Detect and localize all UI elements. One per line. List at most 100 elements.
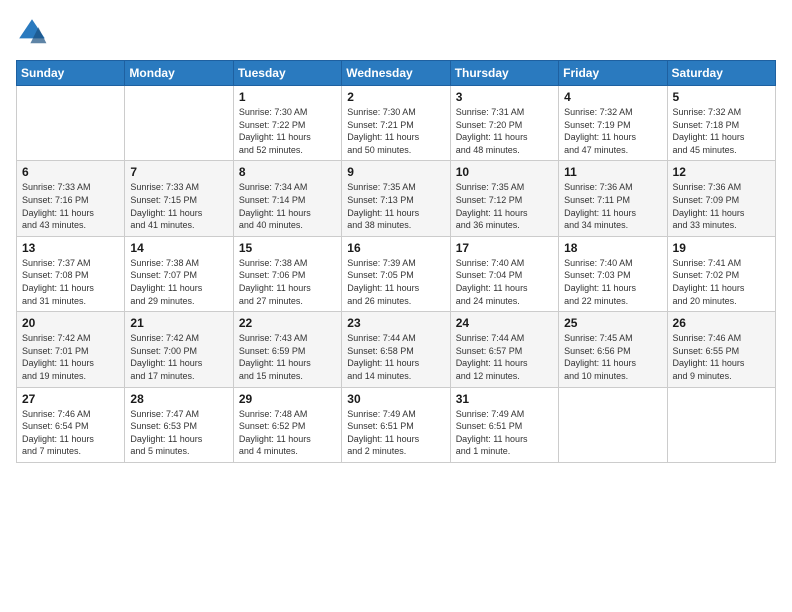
calendar-header-row: SundayMondayTuesdayWednesdayThursdayFrid… [17,61,776,86]
day-number: 24 [456,316,553,330]
day-info: Sunrise: 7:36 AM Sunset: 7:09 PM Dayligh… [673,181,770,231]
calendar-week-row: 13Sunrise: 7:37 AM Sunset: 7:08 PM Dayli… [17,236,776,311]
day-number: 21 [130,316,227,330]
day-info: Sunrise: 7:49 AM Sunset: 6:51 PM Dayligh… [347,408,444,458]
calendar-cell: 29Sunrise: 7:48 AM Sunset: 6:52 PM Dayli… [233,387,341,462]
calendar-cell: 26 Sunrise: 7:46 AM Sunset: 6:55 PM Dayli… [667,312,775,387]
day-number: 26 [673,316,770,330]
calendar-cell: 21 Sunrise: 7:42 AM Sunset: 7:00 PM Dayli… [125,312,233,387]
day-info: Sunrise: 7:32 AM Sunset: 7:18 PM Dayligh… [673,106,770,156]
day-info: Sunrise: 7:33 AM Sunset: 7:15 PM Dayligh… [130,181,227,231]
day-number: 5 [673,90,770,104]
day-number: 31 [456,392,553,406]
calendar-cell: 3 Sunrise: 7:31 AM Sunset: 7:20 PM Daylig… [450,86,558,161]
calendar-cell: 24Sunrise: 7:44 AM Sunset: 6:57 PM Dayli… [450,312,558,387]
calendar-cell: 30Sunrise: 7:49 AM Sunset: 6:51 PM Dayli… [342,387,450,462]
calendar-cell: 16 Sunrise: 7:39 AM Sunset: 7:05 PM Dayli… [342,236,450,311]
calendar-week-row: 1 Sunrise: 7:30 AM Sunset: 7:22 PM Daylig… [17,86,776,161]
day-info: Sunrise: 7:46 AM Sunset: 6:55 PM Dayligh… [673,332,770,382]
logo-icon [16,16,48,48]
page-header [16,16,776,48]
day-number: 9 [347,165,444,179]
calendar-cell: 7 Sunrise: 7:33 AM Sunset: 7:15 PM Daylig… [125,161,233,236]
day-number: 15 [239,241,336,255]
day-info: Sunrise: 7:41 AM Sunset: 7:02 PM Dayligh… [673,257,770,307]
calendar-cell: 6 Sunrise: 7:33 AM Sunset: 7:16 PM Daylig… [17,161,125,236]
logo [16,16,52,48]
calendar-week-row: 27 Sunrise: 7:46 AM Sunset: 6:54 PM Dayli… [17,387,776,462]
day-number: 4 [564,90,661,104]
calendar-cell [125,86,233,161]
weekday-header: Monday [125,61,233,86]
day-info: Sunrise: 7:45 AM Sunset: 6:56 PM Dayligh… [564,332,661,382]
calendar-cell: 2 Sunrise: 7:30 AM Sunset: 7:21 PM Daylig… [342,86,450,161]
calendar-cell: 9 Sunrise: 7:35 AM Sunset: 7:13 PM Daylig… [342,161,450,236]
weekday-header: Saturday [667,61,775,86]
day-number: 28 [130,392,227,406]
day-info: Sunrise: 7:35 AM Sunset: 7:13 PM Dayligh… [347,181,444,231]
day-info: Sunrise: 7:33 AM Sunset: 7:16 PM Dayligh… [22,181,119,231]
calendar-cell [17,86,125,161]
day-info: Sunrise: 7:42 AM Sunset: 7:00 PM Dayligh… [130,332,227,382]
day-info: Sunrise: 7:35 AM Sunset: 7:12 PM Dayligh… [456,181,553,231]
day-number: 16 [347,241,444,255]
day-number: 3 [456,90,553,104]
calendar-cell: 22 Sunrise: 7:43 AM Sunset: 6:59 PM Dayli… [233,312,341,387]
day-info: Sunrise: 7:30 AM Sunset: 7:21 PM Dayligh… [347,106,444,156]
day-number: 2 [347,90,444,104]
day-number: 27 [22,392,119,406]
calendar-cell: 27 Sunrise: 7:46 AM Sunset: 6:54 PM Dayli… [17,387,125,462]
day-number: 11 [564,165,661,179]
calendar-cell [667,387,775,462]
day-info: Sunrise: 7:30 AM Sunset: 7:22 PM Dayligh… [239,106,336,156]
calendar-cell: 14 Sunrise: 7:38 AM Sunset: 7:07 PM Dayli… [125,236,233,311]
day-info: Sunrise: 7:34 AM Sunset: 7:14 PM Dayligh… [239,181,336,231]
day-info: Sunrise: 7:32 AM Sunset: 7:19 PM Dayligh… [564,106,661,156]
day-info: Sunrise: 7:38 AM Sunset: 7:07 PM Dayligh… [130,257,227,307]
day-number: 23 [347,316,444,330]
calendar-table: SundayMondayTuesdayWednesdayThursdayFrid… [16,60,776,463]
day-info: Sunrise: 7:36 AM Sunset: 7:11 PM Dayligh… [564,181,661,231]
day-number: 25 [564,316,661,330]
day-info: Sunrise: 7:31 AM Sunset: 7:20 PM Dayligh… [456,106,553,156]
calendar-cell: 23Sunrise: 7:44 AM Sunset: 6:58 PM Dayli… [342,312,450,387]
calendar-week-row: 6 Sunrise: 7:33 AM Sunset: 7:16 PM Daylig… [17,161,776,236]
calendar-cell: 28 Sunrise: 7:47 AM Sunset: 6:53 PM Dayli… [125,387,233,462]
day-info: Sunrise: 7:46 AM Sunset: 6:54 PM Dayligh… [22,408,119,458]
day-number: 17 [456,241,553,255]
calendar-cell: 12Sunrise: 7:36 AM Sunset: 7:09 PM Dayli… [667,161,775,236]
day-number: 18 [564,241,661,255]
day-number: 1 [239,90,336,104]
day-info: Sunrise: 7:48 AM Sunset: 6:52 PM Dayligh… [239,408,336,458]
day-number: 10 [456,165,553,179]
day-number: 20 [22,316,119,330]
weekday-header: Tuesday [233,61,341,86]
day-info: Sunrise: 7:38 AM Sunset: 7:06 PM Dayligh… [239,257,336,307]
calendar-cell: 13Sunrise: 7:37 AM Sunset: 7:08 PM Dayli… [17,236,125,311]
day-info: Sunrise: 7:39 AM Sunset: 7:05 PM Dayligh… [347,257,444,307]
calendar-cell: 17 Sunrise: 7:40 AM Sunset: 7:04 PM Dayli… [450,236,558,311]
calendar-cell: 20 Sunrise: 7:42 AM Sunset: 7:01 PM Dayli… [17,312,125,387]
calendar-cell [559,387,667,462]
weekday-header: Friday [559,61,667,86]
day-info: Sunrise: 7:47 AM Sunset: 6:53 PM Dayligh… [130,408,227,458]
day-info: Sunrise: 7:42 AM Sunset: 7:01 PM Dayligh… [22,332,119,382]
weekday-header: Thursday [450,61,558,86]
day-number: 6 [22,165,119,179]
day-number: 14 [130,241,227,255]
calendar-cell: 1 Sunrise: 7:30 AM Sunset: 7:22 PM Daylig… [233,86,341,161]
calendar-cell: 18 Sunrise: 7:40 AM Sunset: 7:03 PM Dayli… [559,236,667,311]
calendar-cell: 31Sunrise: 7:49 AM Sunset: 6:51 PM Dayli… [450,387,558,462]
day-info: Sunrise: 7:40 AM Sunset: 7:03 PM Dayligh… [564,257,661,307]
day-info: Sunrise: 7:43 AM Sunset: 6:59 PM Dayligh… [239,332,336,382]
calendar-cell: 5 Sunrise: 7:32 AM Sunset: 7:18 PM Daylig… [667,86,775,161]
weekday-header: Wednesday [342,61,450,86]
day-info: Sunrise: 7:37 AM Sunset: 7:08 PM Dayligh… [22,257,119,307]
day-number: 7 [130,165,227,179]
calendar-cell: 15 Sunrise: 7:38 AM Sunset: 7:06 PM Dayli… [233,236,341,311]
day-info: Sunrise: 7:40 AM Sunset: 7:04 PM Dayligh… [456,257,553,307]
day-number: 8 [239,165,336,179]
calendar-cell: 19Sunrise: 7:41 AM Sunset: 7:02 PM Dayli… [667,236,775,311]
calendar-cell: 10 Sunrise: 7:35 AM Sunset: 7:12 PM Dayli… [450,161,558,236]
day-number: 22 [239,316,336,330]
